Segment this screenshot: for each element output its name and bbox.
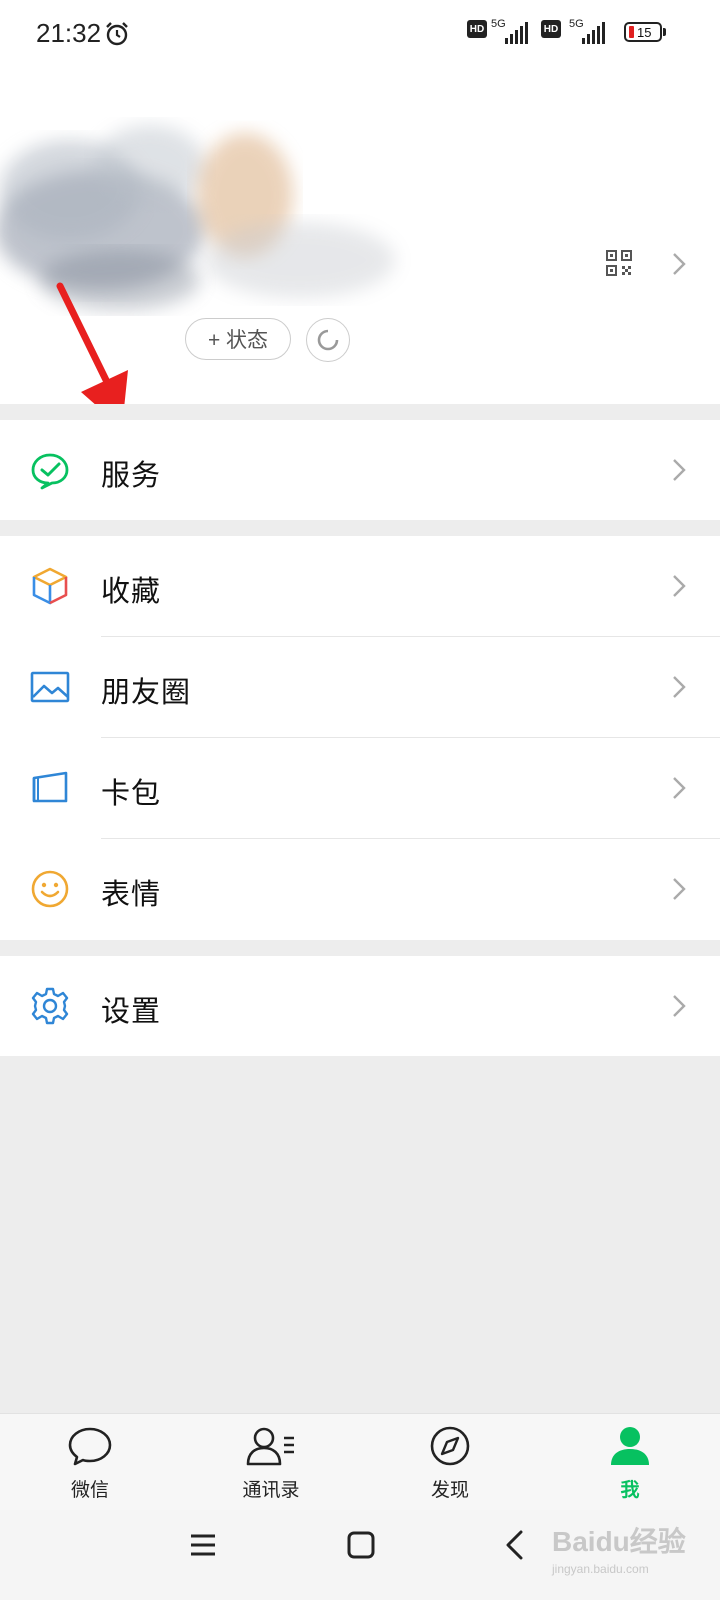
tab-label-chats: 微信 [70,1480,109,1501]
menu-label-favorites: 收藏 [101,576,162,608]
menu-item-moments[interactable]: 朋友圈 [0,637,720,737]
annotation-arrow [56,282,128,404]
menu-item-favorites[interactable]: 收藏 [0,536,720,636]
status-bar: 21:32 HD 5G HD 5G 15 [0,0,720,70]
battery-tip [663,28,666,36]
chevron-right-icon [673,995,686,1017]
gear-icon [31,987,69,1025]
chevron-right-icon [673,253,686,275]
compass-icon [430,1426,470,1466]
back-arrow-icon[interactable] [503,1529,527,1561]
tab-discover[interactable]: 发现 [395,1426,505,1502]
battery-icon: 15 [624,22,662,42]
tab-label-contacts: 通讯录 [242,1480,300,1501]
menu-group-main: 收藏 朋友圈 卡包 表情 [0,536,720,940]
tab-label-discover: 发现 [430,1480,469,1501]
chevron-right-icon [673,676,686,698]
menu-item-stickers[interactable]: 表情 [0,839,720,939]
hd-badge-2: HD [541,20,561,38]
status-refresh-button[interactable] [306,318,350,362]
smiley-face-icon [31,870,69,908]
tab-me[interactable]: 我 [575,1426,685,1502]
hd-badge: HD [467,20,487,38]
watermark-brand: Baidu经验 [552,1526,686,1557]
profile-header[interactable]: + 状态 [0,70,720,404]
chevron-right-icon [673,575,686,597]
chevron-right-icon [673,459,686,481]
watermark-url: jingyan.baidu.com [552,1562,649,1576]
tab-chats[interactable]: 微信 [35,1426,145,1502]
favorites-cube-icon [32,567,68,605]
refresh-icon [317,329,339,351]
add-status-button[interactable]: + 状态 [185,318,291,360]
menu-item-cards[interactable]: 卡包 [0,738,720,838]
menu-item-settings[interactable]: 设置 [0,956,720,1056]
network-type-label: 5G [491,18,506,30]
bottom-tab-bar: 微信 通讯录 发现 我 [0,1413,720,1510]
baidu-watermark: Baidu经验 jingyan.baidu.com [552,1520,686,1576]
battery-level: 15 [637,24,652,40]
menu-group-settings: 设置 [0,956,720,1056]
qr-code-icon[interactable] [606,250,632,276]
signal-strength-icon [505,22,528,44]
chevron-right-icon [673,878,686,900]
tab-contacts[interactable]: 通讯录 [216,1426,326,1502]
menu-label-moments: 朋友圈 [101,677,192,709]
tab-label-me: 我 [620,1480,640,1501]
menu-label-service: 服务 [101,460,162,492]
menu-lines-icon[interactable] [188,1530,218,1560]
menu-group-service: 服务 [0,420,720,520]
person-filled-icon [611,1427,649,1465]
contacts-person-icon [246,1427,294,1466]
clock-time: 21:32 [36,18,102,48]
moments-image-icon [30,671,70,703]
chevron-right-icon [673,777,686,799]
chat-bubble-icon [68,1427,112,1466]
alarm-icon [106,22,128,46]
signal-strength-icon-2 [582,22,605,44]
card-wallet-icon [32,771,68,803]
home-square-icon[interactable] [345,1529,377,1561]
service-icon [31,453,69,490]
menu-label-stickers: 表情 [101,879,162,911]
menu-item-service[interactable]: 服务 [0,420,720,520]
menu-label-cards: 卡包 [101,778,162,810]
menu-label-settings: 设置 [101,996,162,1028]
